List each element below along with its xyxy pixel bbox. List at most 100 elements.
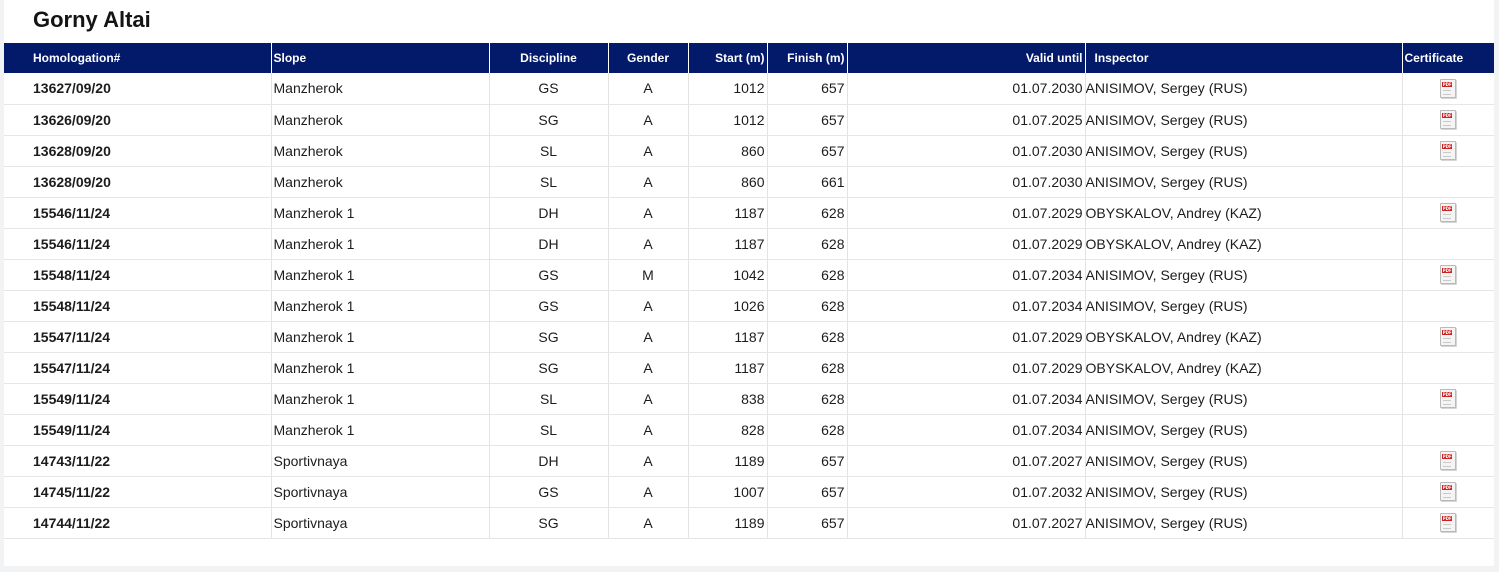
cell-gender: A [608, 197, 689, 229]
cell-gender: A [608, 104, 689, 136]
cell-finish: 628 [767, 383, 848, 415]
cell-homologation: 15548/11/24 [4, 290, 272, 322]
cell-discipline: SG [489, 507, 609, 539]
table-header-row: Homologation# Slope Discipline Gender St… [4, 43, 1494, 73]
cell-slope: Manzherok 1 [271, 321, 490, 353]
pdf-certificate-icon[interactable] [1440, 265, 1457, 284]
cell-finish: 657 [767, 135, 848, 167]
cell-slope: Manzherok 1 [271, 197, 490, 229]
cell-inspector: ANISIMOV, Sergey (RUS) [1085, 166, 1403, 198]
cell-slope: Manzherok 1 [271, 259, 490, 291]
pdf-certificate-icon[interactable] [1440, 203, 1457, 222]
cell-start: 1042 [688, 259, 768, 291]
cell-homologation: 13628/09/20 [4, 166, 272, 198]
cell-finish: 628 [767, 321, 848, 353]
cell-slope: Manzherok 1 [271, 383, 490, 415]
pdf-certificate-icon[interactable] [1440, 78, 1457, 98]
cell-finish: 628 [767, 290, 848, 322]
cell-certificate [1402, 228, 1494, 260]
cell-gender: A [608, 321, 689, 353]
table-row: 14745/11/22 Sportivnaya GS A 1007 657 01.07.20… [4, 476, 1494, 508]
cell-valid-until: 01.07.2029 [847, 352, 1086, 384]
cell-homologation: 13628/09/20 [4, 135, 272, 167]
cell-finish: 628 [767, 228, 848, 260]
column-header-inspector[interactable]: Inspector [1085, 43, 1403, 73]
cell-finish: 657 [767, 507, 848, 539]
cell-valid-until: 01.07.2030 [847, 135, 1086, 167]
cell-inspector: ANISIMOV, Sergey (RUS) [1085, 476, 1403, 508]
cell-gender: A [608, 228, 689, 260]
cell-certificate [1402, 414, 1494, 446]
cell-homologation: 15549/11/24 [4, 383, 272, 415]
cell-valid-until: 01.07.2025 [847, 104, 1086, 136]
pdf-certificate-icon[interactable] [1440, 389, 1457, 408]
cell-homologation: 14743/11/22 [4, 445, 272, 477]
cell-inspector: ANISIMOV, Sergey (RUS) [1085, 104, 1403, 136]
cell-start: 1007 [688, 476, 768, 508]
cell-certificate [1402, 507, 1494, 539]
pdf-certificate-icon[interactable] [1440, 513, 1457, 532]
cell-valid-until: 01.07.2030 [847, 166, 1086, 198]
cell-gender: A [608, 352, 689, 384]
cell-gender: A [608, 414, 689, 446]
cell-finish: 661 [767, 166, 848, 198]
cell-discipline: GS [489, 290, 609, 322]
cell-certificate [1402, 73, 1494, 105]
cell-inspector: OBYSKALOV, Andrey (KAZ) [1085, 197, 1403, 229]
column-header-start[interactable]: Start (m) [688, 43, 768, 73]
cell-gender: A [608, 290, 689, 322]
cell-start: 1187 [688, 352, 768, 384]
cell-valid-until: 01.07.2029 [847, 321, 1086, 353]
column-header-slope[interactable]: Slope [271, 43, 490, 73]
pdf-certificate-icon[interactable] [1440, 451, 1457, 470]
cell-slope: Manzherok [271, 73, 490, 105]
column-header-discipline[interactable]: Discipline [489, 43, 609, 73]
pdf-certificate-icon[interactable] [1440, 482, 1457, 501]
table-row: 14744/11/22 Sportivnaya SG A 1189 657 01.07.20… [4, 507, 1494, 539]
cell-discipline: SL [489, 135, 609, 167]
column-header-gender[interactable]: Gender [608, 43, 689, 73]
cell-start: 1026 [688, 290, 768, 322]
cell-slope: Manzherok 1 [271, 290, 490, 322]
column-header-certificate[interactable]: Certificate [1402, 43, 1494, 73]
cell-homologation: 15546/11/24 [4, 228, 272, 260]
cell-homologation: 15548/11/24 [4, 259, 272, 291]
cell-slope: Manzherok 1 [271, 352, 490, 384]
cell-valid-until: 01.07.2029 [847, 228, 1086, 260]
column-header-valid-until[interactable]: Valid until [847, 43, 1086, 73]
cell-inspector: ANISIMOV, Sergey (RUS) [1085, 414, 1403, 446]
cell-certificate [1402, 476, 1494, 508]
cell-valid-until: 01.07.2034 [847, 259, 1086, 291]
table-row: 15547/11/24 Manzherok 1 SG A 1187 628 01.07.20… [4, 321, 1494, 353]
cell-discipline: SL [489, 383, 609, 415]
cell-certificate [1402, 259, 1494, 291]
cell-finish: 628 [767, 197, 848, 229]
cell-start: 828 [688, 414, 768, 446]
cell-certificate [1402, 445, 1494, 477]
cell-start: 860 [688, 135, 768, 167]
cell-certificate [1402, 104, 1494, 136]
cell-start: 1187 [688, 197, 768, 229]
column-header-homologation[interactable]: Homologation# [4, 43, 272, 73]
cell-finish: 628 [767, 414, 848, 446]
cell-finish: 657 [767, 476, 848, 508]
cell-valid-until: 01.07.2029 [847, 197, 1086, 229]
table-row: 14743/11/22 Sportivnaya DH A 1189 657 01.07.20… [4, 445, 1494, 477]
cell-inspector: OBYSKALOV, Andrey (KAZ) [1085, 228, 1403, 260]
pdf-certificate-icon[interactable] [1440, 141, 1457, 160]
cell-homologation: 14745/11/22 [4, 476, 272, 508]
cell-discipline: SL [489, 414, 609, 446]
pdf-certificate-icon[interactable] [1440, 327, 1457, 346]
cell-certificate [1402, 290, 1494, 322]
cell-valid-until: 01.07.2030 [847, 73, 1086, 105]
cell-slope: Sportivnaya [271, 445, 490, 477]
cell-inspector: ANISIMOV, Sergey (RUS) [1085, 259, 1403, 291]
cell-homologation: 15549/11/24 [4, 414, 272, 446]
table-row: 15546/11/24 Manzherok 1 DH A 1187 628 01.07.20… [4, 228, 1494, 260]
cell-discipline: DH [489, 197, 609, 229]
table-row: 13626/09/20 Manzherok SG A 1012 657 01.07.2025… [4, 104, 1494, 136]
table-row: 15548/11/24 Manzherok 1 GS A 1026 628 01.07.20… [4, 290, 1494, 322]
column-header-finish[interactable]: Finish (m) [767, 43, 848, 73]
cell-inspector: ANISIMOV, Sergey (RUS) [1085, 73, 1403, 105]
pdf-certificate-icon[interactable] [1440, 110, 1457, 129]
